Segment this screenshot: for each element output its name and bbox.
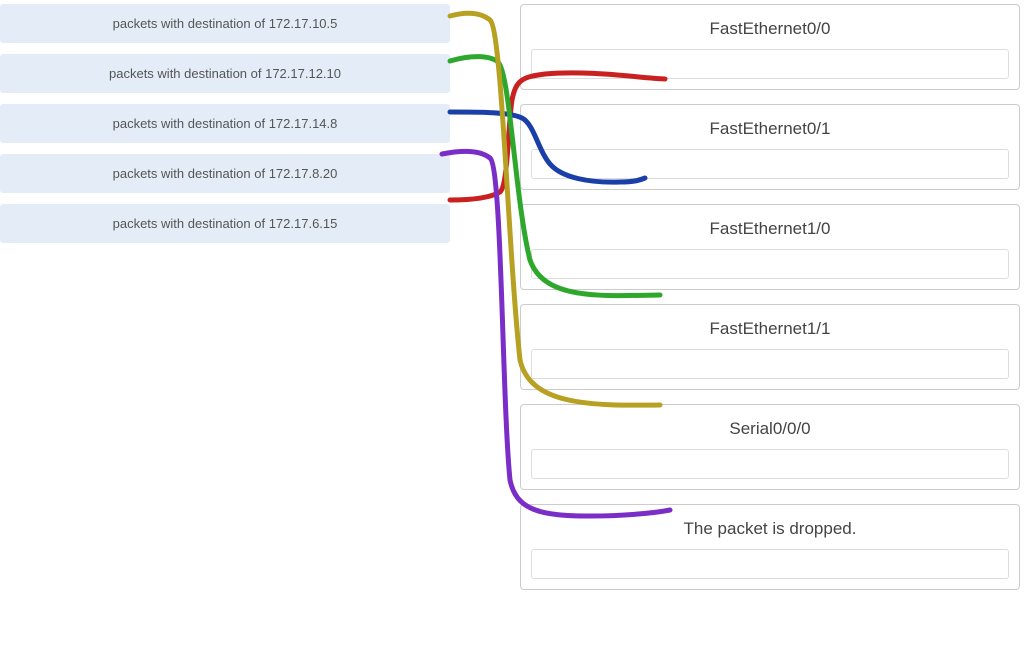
source-item[interactable]: packets with destination of 172.17.10.5	[0, 4, 450, 43]
target-label: The packet is dropped.	[531, 513, 1009, 549]
target-dropzone[interactable]	[531, 49, 1009, 79]
target-dropzone[interactable]	[531, 349, 1009, 379]
target-item: FastEthernet1/0	[520, 204, 1020, 290]
target-panel: FastEthernet0/0 FastEthernet0/1 FastEthe…	[520, 4, 1020, 604]
target-label: Serial0/0/0	[531, 413, 1009, 449]
source-label: packets with destination of 172.17.10.5	[113, 16, 338, 31]
source-label: packets with destination of 172.17.6.15	[113, 216, 338, 231]
target-label: FastEthernet1/0	[531, 213, 1009, 249]
source-label: packets with destination of 172.17.8.20	[113, 166, 338, 181]
target-item: FastEthernet0/1	[520, 104, 1020, 190]
target-label: FastEthernet0/1	[531, 113, 1009, 149]
target-label: FastEthernet1/1	[531, 313, 1009, 349]
source-item[interactable]: packets with destination of 172.17.14.8	[0, 104, 450, 143]
target-dropzone[interactable]	[531, 549, 1009, 579]
source-label: packets with destination of 172.17.12.10	[109, 66, 341, 81]
source-item[interactable]: packets with destination of 172.17.12.10	[0, 54, 450, 93]
target-dropzone[interactable]	[531, 149, 1009, 179]
source-item[interactable]: packets with destination of 172.17.6.15	[0, 204, 450, 243]
target-item: FastEthernet1/1	[520, 304, 1020, 390]
target-dropzone[interactable]	[531, 249, 1009, 279]
source-panel: packets with destination of 172.17.10.5 …	[0, 4, 450, 254]
target-dropzone[interactable]	[531, 449, 1009, 479]
source-item[interactable]: packets with destination of 172.17.8.20	[0, 154, 450, 193]
target-item: Serial0/0/0	[520, 404, 1020, 490]
target-item: The packet is dropped.	[520, 504, 1020, 590]
source-label: packets with destination of 172.17.14.8	[113, 116, 338, 131]
target-item: FastEthernet0/0	[520, 4, 1020, 90]
target-label: FastEthernet0/0	[531, 13, 1009, 49]
